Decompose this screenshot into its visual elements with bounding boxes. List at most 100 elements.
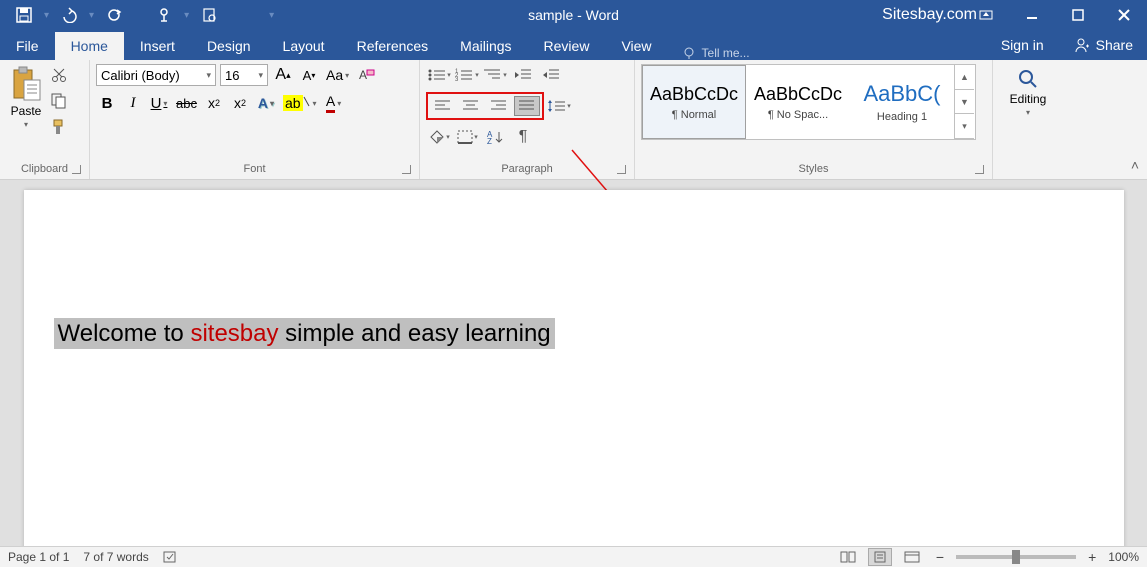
style-name: ¶ No Spac...	[768, 109, 828, 121]
chevron-down-icon: ▾	[258, 70, 263, 81]
decrease-indent-button[interactable]	[510, 64, 536, 86]
collapse-ribbon-button[interactable]: ˄	[1131, 157, 1139, 173]
bullets-button[interactable]: ▾	[426, 64, 452, 86]
qat-customize-icon[interactable]: ▾	[269, 10, 274, 21]
clear-formatting-button[interactable]: A	[355, 64, 377, 86]
style-heading1[interactable]: AaBbC( Heading 1	[850, 65, 954, 139]
chevron-down-icon: ▾	[1026, 108, 1030, 117]
format-painter-button[interactable]	[50, 118, 70, 138]
bold-button[interactable]: B	[96, 92, 118, 114]
multilevel-list-button[interactable]: ▾	[482, 64, 508, 86]
copy-icon	[50, 92, 68, 110]
svg-text:Z: Z	[487, 137, 492, 145]
close-icon[interactable]	[1101, 0, 1147, 30]
find-icon	[1017, 68, 1039, 90]
touch-mode-icon[interactable]	[152, 3, 176, 27]
tab-review[interactable]: Review	[528, 32, 606, 60]
zoom-in-button[interactable]: +	[1084, 549, 1100, 565]
align-right-button[interactable]	[486, 96, 512, 116]
strikethrough-button[interactable]: abc	[174, 92, 199, 114]
document-page[interactable]: Welcome to sitesbay simple and easy lear…	[24, 190, 1124, 546]
tab-view[interactable]: View	[605, 32, 667, 60]
show-hide-button[interactable]: ¶	[510, 126, 536, 148]
tab-design[interactable]: Design	[191, 32, 267, 60]
editing-button[interactable]: Editing ▾	[1006, 64, 1051, 121]
selected-text[interactable]: Welcome to sitesbay simple and easy lear…	[54, 318, 555, 349]
paste-button[interactable]: Paste ▾	[6, 64, 46, 131]
font-size-select[interactable]: 16▾	[220, 64, 268, 86]
cut-button[interactable]	[50, 66, 70, 86]
styles-group-label: Styles	[641, 161, 986, 177]
font-color-button[interactable]: A▾	[323, 92, 345, 114]
copy-button[interactable]	[50, 92, 70, 112]
styles-expand[interactable]: ▾	[955, 114, 974, 139]
grow-font-button[interactable]: A▴	[272, 64, 294, 86]
zoom-out-button[interactable]: −	[932, 549, 948, 565]
styles-scroll-up[interactable]: ▲	[955, 65, 974, 90]
change-case-button[interactable]: Aa▾	[324, 64, 351, 86]
svg-text:A: A	[359, 68, 367, 82]
paste-icon	[10, 66, 42, 102]
line-spacing-button[interactable]: ▾	[546, 95, 572, 117]
minimize-icon[interactable]	[1009, 0, 1055, 30]
style-normal[interactable]: AaBbCcDc ¶ Normal	[642, 65, 746, 139]
increase-indent-button[interactable]	[538, 64, 564, 86]
eraser-icon: A	[357, 66, 375, 84]
share-label: Share	[1096, 37, 1133, 53]
read-mode-button[interactable]	[836, 548, 860, 566]
subscript-button[interactable]: x2	[203, 92, 225, 114]
numbering-button[interactable]: 123▾	[454, 64, 480, 86]
ribbon-display-icon[interactable]	[963, 0, 1009, 30]
font-name-select[interactable]: Calibri (Body)▾	[96, 64, 216, 86]
tab-home[interactable]: Home	[55, 32, 124, 60]
highlight-button[interactable]: ab▾	[281, 92, 319, 114]
tell-me-placeholder: Tell me...	[702, 46, 750, 60]
qat-separator: ▾	[184, 10, 189, 21]
editing-label: Editing	[1010, 92, 1047, 106]
style-no-spacing[interactable]: AaBbCcDc ¶ No Spac...	[746, 65, 850, 139]
align-center-button[interactable]	[458, 96, 484, 116]
undo-icon[interactable]	[57, 3, 81, 27]
alignment-highlight-box	[426, 92, 544, 120]
superscript-button[interactable]: x2	[229, 92, 251, 114]
underline-button[interactable]: U▾	[148, 92, 170, 114]
italic-button[interactable]: I	[122, 92, 144, 114]
tab-file[interactable]: File	[0, 32, 55, 60]
style-preview: AaBbCcDc	[650, 84, 738, 105]
tab-references[interactable]: References	[341, 32, 445, 60]
shrink-font-button[interactable]: A▾	[298, 64, 320, 86]
proofing-icon[interactable]	[163, 550, 179, 564]
bulb-icon	[682, 46, 696, 60]
borders-button[interactable]: ▾	[454, 126, 480, 148]
word-count[interactable]: 7 of 7 words	[83, 550, 148, 564]
tab-insert[interactable]: Insert	[124, 32, 191, 60]
web-layout-button[interactable]	[900, 548, 924, 566]
page-status[interactable]: Page 1 of 1	[8, 550, 69, 564]
tab-layout[interactable]: Layout	[267, 32, 341, 60]
tell-me-input[interactable]: Tell me...	[668, 46, 764, 60]
style-name: ¶ Normal	[672, 109, 716, 121]
zoom-slider[interactable]	[956, 555, 1076, 559]
styles-scroll-down[interactable]: ▼	[955, 90, 974, 115]
chevron-down-icon: ▾	[206, 70, 211, 81]
zoom-level[interactable]: 100%	[1108, 550, 1139, 564]
justify-button[interactable]	[514, 96, 540, 116]
share-button[interactable]: Share	[1058, 36, 1147, 54]
signin-button[interactable]: Sign in	[987, 37, 1058, 53]
redo-icon[interactable]	[102, 3, 126, 27]
maximize-icon[interactable]	[1055, 0, 1101, 30]
tab-mailings[interactable]: Mailings	[444, 32, 527, 60]
save-icon[interactable]	[12, 3, 36, 27]
shading-button[interactable]: ▾	[426, 126, 452, 148]
share-icon	[1072, 36, 1090, 54]
chevron-down-icon: ▾	[24, 120, 28, 129]
qat-separator: ▾	[89, 10, 94, 21]
sort-button[interactable]: AZ	[482, 126, 508, 148]
clipboard-group-label: Clipboard	[6, 161, 83, 177]
styles-gallery: AaBbCcDc ¶ Normal AaBbCcDc ¶ No Spac... …	[641, 64, 976, 140]
text-effects-button[interactable]: A▾	[255, 92, 277, 114]
align-left-button[interactable]	[430, 96, 456, 116]
print-layout-button[interactable]	[868, 548, 892, 566]
print-preview-icon[interactable]	[197, 3, 221, 27]
qat-separator: ▾	[44, 10, 49, 21]
